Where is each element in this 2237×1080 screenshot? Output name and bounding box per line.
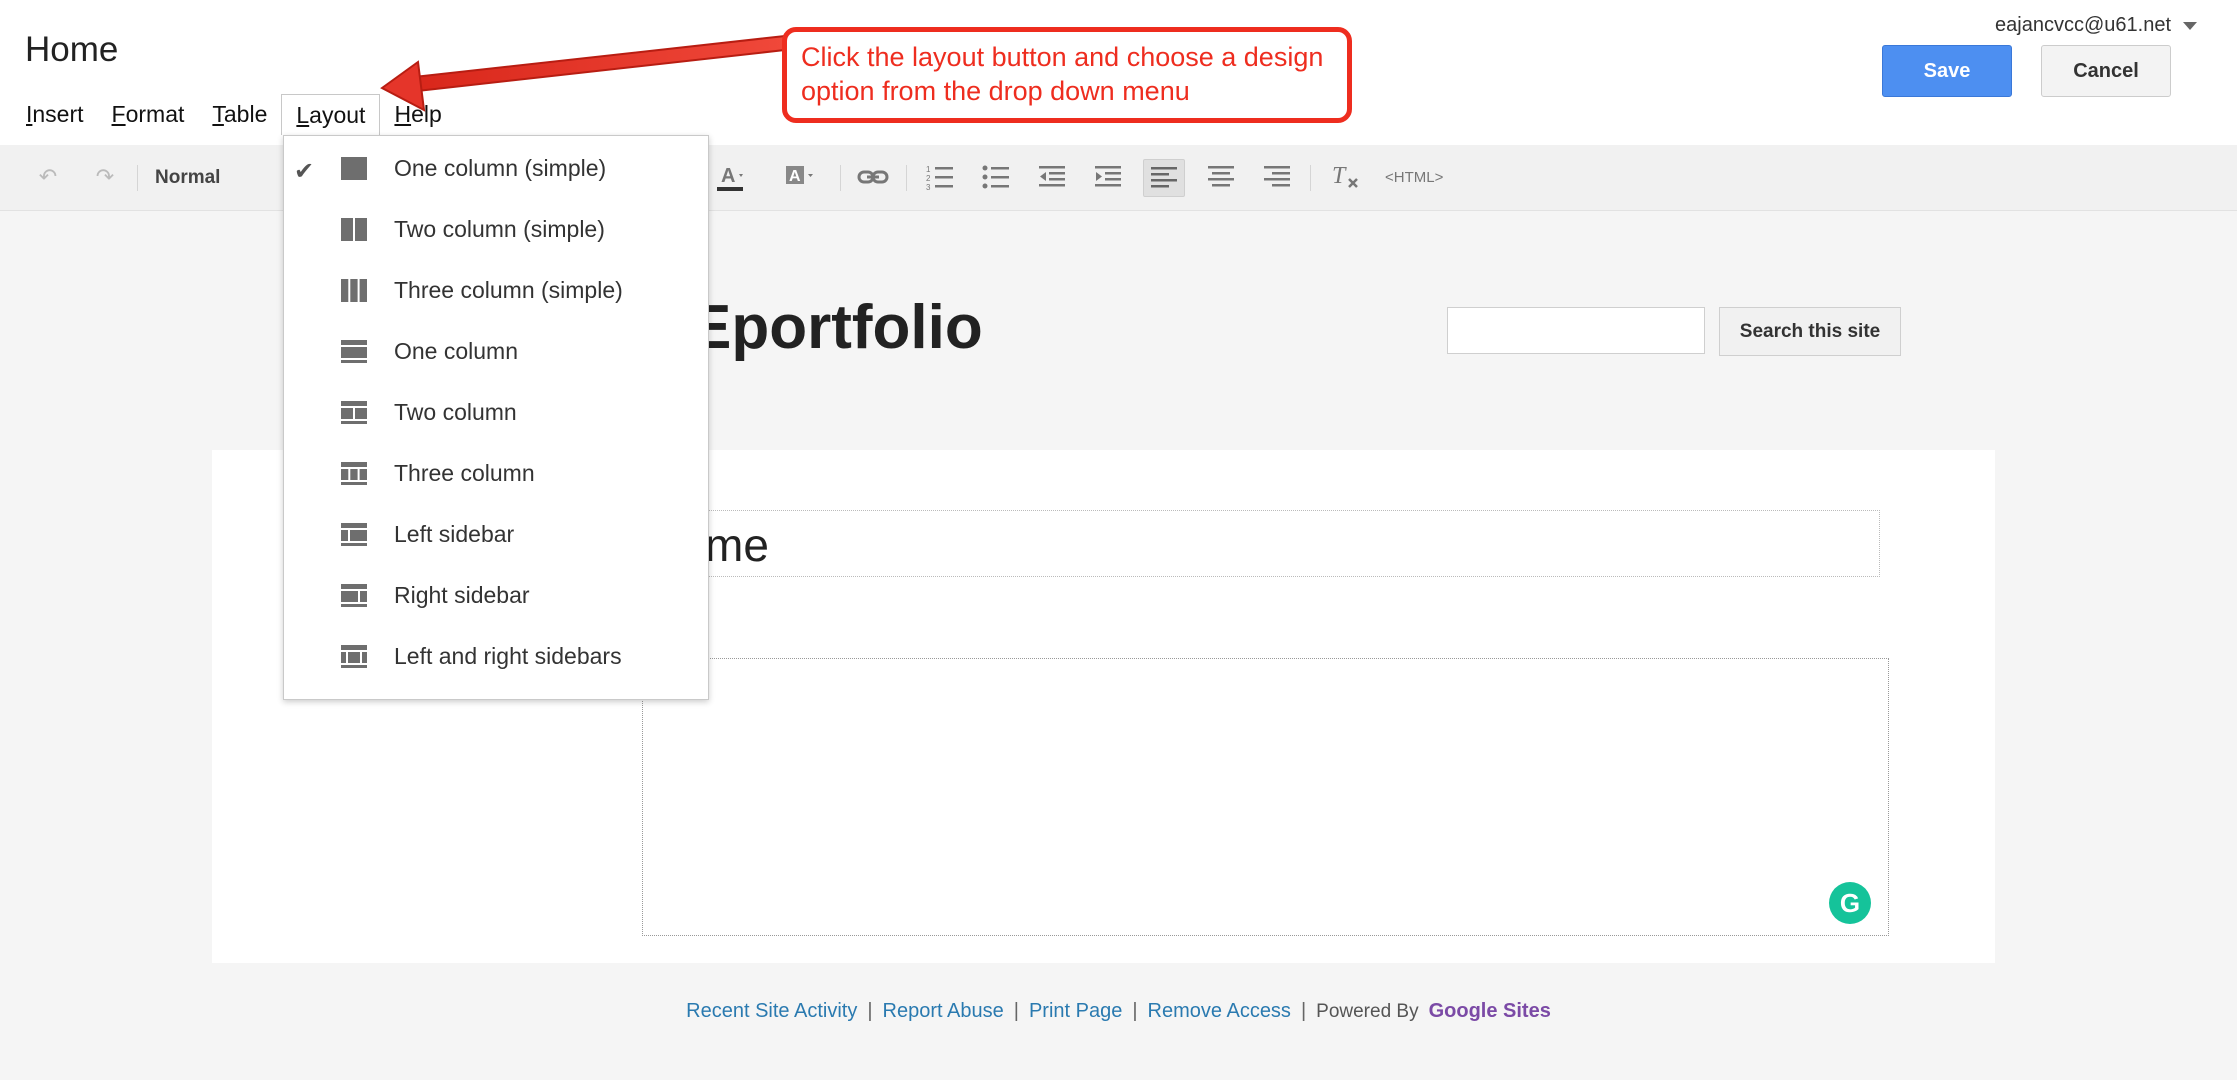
svg-text:3: 3 bbox=[926, 183, 931, 191]
menu-table-label: able bbox=[223, 101, 268, 127]
remove-access-link[interactable]: Remove Access bbox=[1148, 1000, 1291, 1022]
toolbar-divider bbox=[840, 165, 841, 191]
align-right-icon[interactable] bbox=[1259, 159, 1295, 195]
numbered-list-icon[interactable]: 123 bbox=[922, 159, 958, 195]
layout-option-label: Two column (simple) bbox=[394, 216, 605, 242]
footer-separator: | bbox=[867, 1000, 873, 1022]
layout-option-label: Left and right sidebars bbox=[394, 643, 622, 669]
layout-option[interactable]: One column bbox=[284, 322, 708, 383]
svg-text:2: 2 bbox=[926, 174, 931, 183]
chevron-down-icon bbox=[2183, 21, 2197, 30]
footer-separator: | bbox=[1132, 1000, 1138, 1022]
menu-help-label: elp bbox=[411, 101, 442, 127]
layout-option[interactable]: Two column bbox=[284, 383, 708, 444]
layout-option[interactable]: Three column bbox=[284, 444, 708, 505]
layout-option-label: Two column bbox=[394, 399, 517, 425]
layout-two-column-simple-icon bbox=[341, 218, 367, 241]
layout-option-label: Three column bbox=[394, 460, 535, 486]
menu-help-mnemonic: H bbox=[394, 101, 412, 127]
layout-dropdown-menu: ✔ One column (simple) Two column (simple… bbox=[283, 135, 709, 700]
save-button[interactable]: Save bbox=[1882, 45, 2012, 97]
link-icon[interactable] bbox=[855, 159, 891, 195]
layout-option-label: Three column (simple) bbox=[394, 277, 623, 303]
footer-separator: | bbox=[1013, 1000, 1019, 1022]
svg-text:A: A bbox=[721, 165, 735, 187]
layout-right-sidebar-icon bbox=[341, 584, 367, 607]
svg-text:1: 1 bbox=[926, 165, 931, 174]
highlight-color-icon[interactable]: A bbox=[780, 159, 820, 195]
annotation-callout: Click the layout button and choose a des… bbox=[782, 27, 1352, 123]
page-heading-text: me bbox=[705, 519, 769, 571]
clear-formatting-icon[interactable]: T bbox=[1328, 159, 1364, 195]
recent-activity-link[interactable]: Recent Site Activity bbox=[686, 1000, 857, 1022]
layout-two-column-icon bbox=[341, 401, 367, 424]
increase-indent-icon[interactable] bbox=[1090, 159, 1126, 195]
cancel-button[interactable]: Cancel bbox=[2041, 45, 2171, 97]
layout-option[interactable]: Two column (simple) bbox=[284, 200, 708, 261]
menu-layout-label: ayout bbox=[309, 102, 366, 128]
bulleted-list-icon[interactable] bbox=[978, 159, 1014, 195]
site-title: Eportfolio bbox=[690, 293, 983, 362]
menu-layout[interactable]: Layout bbox=[281, 94, 381, 135]
menu-format[interactable]: Format bbox=[98, 94, 199, 134]
report-abuse-link[interactable]: Report Abuse bbox=[883, 1000, 1004, 1022]
menu-format-label: ormat bbox=[125, 101, 185, 127]
toolbar-divider bbox=[1310, 165, 1311, 191]
layout-three-column-simple-icon bbox=[341, 279, 367, 302]
layout-three-column-icon bbox=[341, 462, 367, 485]
search-button[interactable]: Search this site bbox=[1719, 307, 1901, 356]
grammarly-icon[interactable]: G bbox=[1829, 882, 1871, 924]
toolbar-divider bbox=[906, 165, 907, 191]
account-email: eajancvcc@u61.net bbox=[1995, 14, 2171, 36]
menu-layout-mnemonic: L bbox=[296, 102, 310, 128]
layout-one-column-simple-icon bbox=[341, 157, 367, 180]
svg-text:T: T bbox=[1332, 163, 1347, 189]
layout-option[interactable]: Left and right sidebars bbox=[284, 627, 708, 688]
layout-option[interactable]: Three column (simple) bbox=[284, 261, 708, 322]
layout-left-sidebar-icon bbox=[341, 523, 367, 546]
menu-bar: Insert Format Table Layout Help bbox=[12, 94, 456, 135]
layout-left-right-sidebars-icon bbox=[341, 645, 367, 668]
layout-option[interactable]: Left sidebar bbox=[284, 505, 708, 566]
html-source-button[interactable]: <HTML> bbox=[1385, 169, 1443, 186]
menu-insert[interactable]: Insert bbox=[12, 94, 98, 134]
svg-text:A: A bbox=[789, 168, 801, 185]
menu-format-mnemonic: F bbox=[111, 101, 126, 127]
page-body-editor[interactable] bbox=[642, 658, 1889, 936]
site-footer: Recent Site Activity | Report Abuse | Print … bbox=[0, 1000, 2237, 1023]
powered-by-text: Powered By bbox=[1316, 1001, 1419, 1022]
google-sites-link[interactable]: Google Sites bbox=[1429, 1000, 1551, 1022]
layout-option-label: Left sidebar bbox=[394, 521, 515, 547]
layout-option-label: Right sidebar bbox=[394, 582, 530, 608]
layout-option-label: One column bbox=[394, 338, 519, 364]
footer-separator: | bbox=[1300, 1000, 1307, 1022]
layout-option[interactable]: Right sidebar bbox=[284, 566, 708, 627]
decrease-indent-icon[interactable] bbox=[1034, 159, 1070, 195]
align-center-icon[interactable] bbox=[1203, 159, 1239, 195]
undo-icon[interactable]: ↶ bbox=[30, 159, 66, 195]
menu-table-mnemonic: T bbox=[212, 101, 224, 127]
layout-option[interactable]: ✔ One column (simple) bbox=[284, 139, 708, 200]
checkmark-icon: ✔ bbox=[294, 158, 315, 185]
page-title: Home bbox=[25, 30, 119, 69]
layout-one-column-icon bbox=[341, 340, 367, 363]
layout-option-label: One column (simple) bbox=[394, 155, 607, 181]
print-page-link[interactable]: Print Page bbox=[1029, 1000, 1122, 1022]
menu-help[interactable]: Help bbox=[380, 94, 455, 134]
align-left-icon[interactable] bbox=[1143, 159, 1185, 197]
search-input[interactable] bbox=[1447, 307, 1705, 354]
menu-insert-label: nsert bbox=[32, 101, 84, 127]
page-heading-field[interactable] bbox=[645, 510, 1880, 577]
text-color-icon[interactable]: A bbox=[712, 159, 752, 195]
account-menu[interactable]: eajancvcc@u61.net bbox=[1995, 14, 2197, 37]
menu-table[interactable]: Table bbox=[198, 94, 281, 134]
paragraph-style-select[interactable]: Normal bbox=[155, 167, 220, 189]
toolbar-divider bbox=[137, 165, 138, 191]
redo-icon[interactable]: ↷ bbox=[87, 159, 123, 195]
